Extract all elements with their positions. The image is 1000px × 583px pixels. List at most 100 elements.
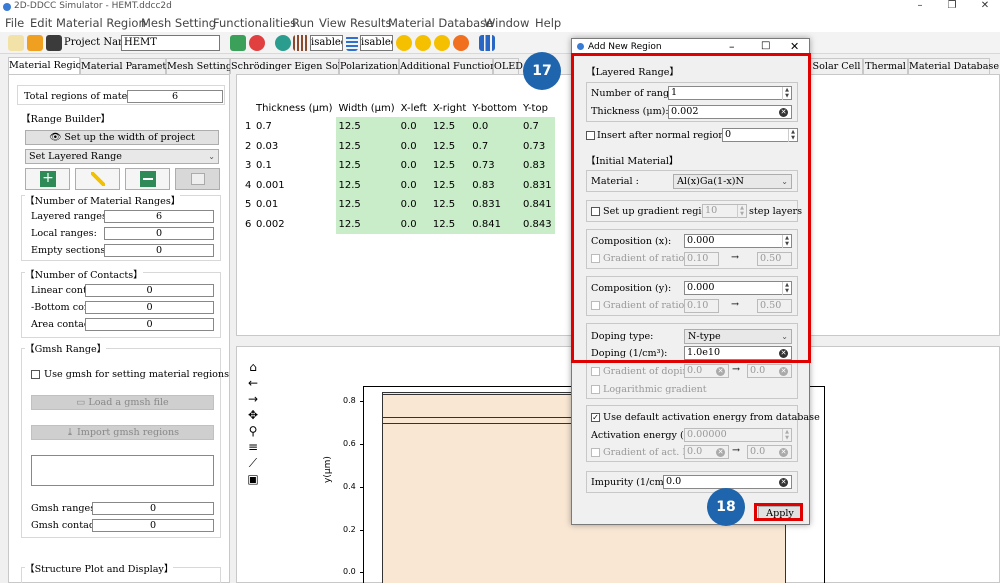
table-cell[interactable]: 12.5 [429, 195, 470, 215]
layered-ranges-field[interactable]: 6 [104, 210, 214, 223]
col-x-right[interactable]: X-right [429, 99, 470, 117]
run-step-icon[interactable] [434, 35, 450, 51]
tab-material-region[interactable]: Material Region [8, 57, 88, 74]
table-cell[interactable]: 12.5 [335, 117, 398, 137]
spin-arrows-icon[interactable]: ▲ ▼ [782, 429, 791, 442]
gradient-doping-checkbox[interactable] [591, 367, 600, 376]
table-cell[interactable]: 12.5 [429, 136, 470, 156]
play-icon[interactable] [396, 35, 412, 51]
menu-mesh-setting[interactable]: Mesh Setting [141, 16, 216, 30]
tab-additional-functions[interactable]: Additional Functions [399, 58, 501, 74]
table-cell[interactable]: 12.5 [335, 156, 398, 176]
col-width[interactable]: Width (μm) [335, 99, 398, 117]
tab-thermal[interactable]: Thermal [863, 58, 908, 74]
col-thickness[interactable]: Thickness (μm) [253, 99, 336, 117]
table-cell[interactable]: 0.83 [520, 156, 555, 176]
table-cell[interactable]: 12.5 [429, 117, 470, 137]
bottom-contact-field[interactable]: 0 [85, 301, 214, 314]
table-cell[interactable]: 12.5 [429, 156, 470, 176]
table-cell[interactable]: 0.831 [469, 195, 520, 215]
table-cell[interactable]: 0.7 [469, 136, 520, 156]
gradient-act-from[interactable]: 0.0 ✕ [684, 445, 729, 459]
menu-functionalities[interactable]: Functionalities [213, 16, 296, 30]
menu-material-region[interactable]: Material Region [56, 16, 146, 30]
table-cell[interactable]: 0.1 [253, 156, 336, 176]
gmsh-ranges-field[interactable]: 0 [92, 502, 214, 515]
list-icon[interactable] [346, 35, 358, 51]
configure-icon[interactable]: ≡ [246, 439, 260, 455]
tab-solar-cell[interactable]: Solar Cell [810, 58, 863, 74]
table-cell[interactable]: 0.001 [253, 176, 336, 196]
menu-file[interactable]: File [5, 16, 24, 30]
menu-help[interactable]: Help [535, 16, 561, 30]
save-figure-icon[interactable]: ▣ [246, 471, 260, 487]
stop-run-icon[interactable] [453, 35, 469, 51]
table-cell[interactable]: 0.002 [253, 215, 336, 235]
clear-icon[interactable]: ✕ [779, 448, 788, 457]
menu-edit[interactable]: Edit [30, 16, 52, 30]
table-cell[interactable]: 12.5 [429, 214, 470, 234]
refresh-icon[interactable] [230, 35, 246, 51]
fast-forward-icon[interactable] [415, 35, 431, 51]
pan-icon[interactable]: ✥ [246, 407, 260, 423]
gradient-act-to[interactable]: 0.0 ✕ [747, 445, 792, 459]
stop-icon[interactable] [249, 35, 265, 51]
bars-icon[interactable] [293, 35, 309, 51]
open-folder-icon[interactable] [27, 35, 43, 51]
table-cell[interactable]: 0.0 [397, 136, 430, 156]
menu-view-results[interactable]: View Results [319, 16, 391, 30]
col-y-top[interactable]: Y-top [520, 99, 555, 117]
table-cell[interactable]: 12.5 [335, 195, 398, 215]
remove-range-button[interactable] [125, 168, 170, 190]
gradient-act-checkbox[interactable] [591, 448, 600, 457]
clear-icon[interactable]: ✕ [716, 448, 725, 457]
table-row[interactable]: 4 0.001 12.5 0.0 12.5 0.83 0.831 [243, 175, 555, 196]
table-cell[interactable]: 0.841 [469, 214, 520, 234]
table-row[interactable]: 5 0.01 12.5 0.0 12.5 0.831 0.841 [243, 195, 555, 215]
table-cell[interactable]: 0.841 [520, 195, 555, 215]
empty-sections-field[interactable]: 0 [104, 244, 214, 257]
table-cell[interactable]: 0.831 [520, 175, 555, 195]
axes-edit-icon[interactable]: ⟋ [246, 455, 260, 471]
close-button[interactable]: ✕ [970, 0, 1000, 11]
tab-mesh-setting[interactable]: Mesh Setting [166, 58, 232, 74]
load-gmsh-button[interactable]: ▭ Load a gmsh file [31, 395, 214, 410]
local-ranges-field[interactable]: 0 [104, 227, 214, 240]
table-cell[interactable]: 0.0 [397, 175, 430, 195]
forward-arrow-icon[interactable]: → [246, 391, 260, 407]
table-cell[interactable]: 0.7 [253, 117, 336, 137]
table-cell[interactable]: 0.0 [397, 195, 430, 215]
table-cell[interactable]: 0.7 [520, 117, 555, 137]
table-cell[interactable]: 0.0 [397, 117, 430, 137]
table-cell[interactable]: 0.73 [520, 136, 555, 156]
maximize-button[interactable]: ❐ [937, 0, 967, 11]
clear-icon[interactable]: ✕ [779, 367, 788, 376]
table-row[interactable]: 2 0.03 12.5 0.0 12.5 0.7 0.73 [243, 136, 555, 156]
project-name-input[interactable]: HEMT [121, 35, 220, 51]
log-gradient-checkbox[interactable] [591, 385, 600, 394]
clear-icon[interactable]: ✕ [779, 478, 788, 487]
table-cell[interactable]: 0.0 [469, 117, 520, 137]
table-row[interactable]: 1 0.7 12.5 0.0 12.5 0.0 0.7 [243, 117, 555, 137]
home-icon[interactable]: ⌂ [246, 359, 260, 375]
tab-material-parameter[interactable]: Material Parameter [80, 58, 177, 74]
col-y-bottom[interactable]: Y-bottom [469, 99, 520, 117]
table-cell[interactable]: 0.83 [469, 175, 520, 195]
tab-oled[interactable]: OLED [493, 58, 523, 74]
edit-range-button[interactable] [75, 168, 120, 190]
table-cell[interactable]: 12.5 [335, 214, 398, 234]
use-default-checkbox[interactable]: ✓ [591, 413, 600, 422]
table-cell[interactable]: 0.0 [397, 156, 430, 176]
tab-polarization[interactable]: Polarization [339, 58, 399, 74]
clear-icon[interactable]: ✕ [716, 367, 725, 376]
back-arrow-icon[interactable]: ← [246, 375, 260, 391]
import-gmsh-button[interactable]: ⤓ Import gmsh regions [31, 425, 214, 440]
menu-material-database[interactable]: Material Database [388, 16, 493, 30]
menu-run[interactable]: Run [292, 16, 314, 30]
table-cell[interactable]: 12.5 [335, 136, 398, 156]
table-cell[interactable]: 0.0 [397, 214, 430, 234]
tab-material-database[interactable]: Material Database [908, 58, 999, 74]
table-cell[interactable]: 0.73 [469, 156, 520, 176]
activation-energy-spinbox[interactable]: 0.00000 ▲ ▼ [684, 428, 792, 442]
table-cell[interactable]: 12.5 [429, 175, 470, 195]
